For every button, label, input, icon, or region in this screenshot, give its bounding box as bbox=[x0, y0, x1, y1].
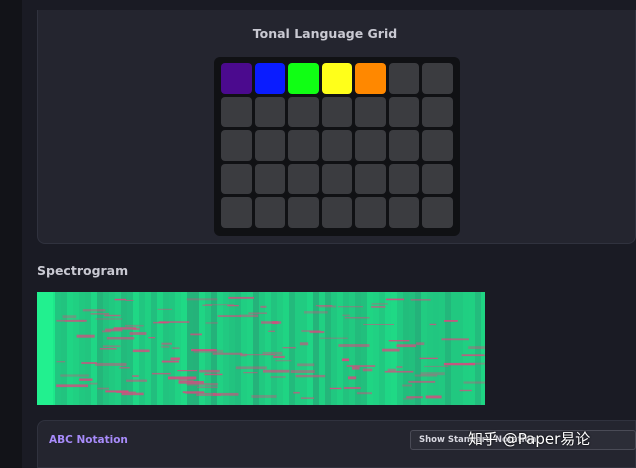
tonal-grid-cell[interactable] bbox=[321, 163, 352, 194]
tonal-grid-cell[interactable] bbox=[221, 163, 252, 194]
tonal-grid-cell[interactable] bbox=[254, 96, 285, 127]
tonal-grid-cell[interactable] bbox=[355, 63, 386, 94]
tonal-grid-cell[interactable] bbox=[321, 197, 352, 228]
tonal-grid-cell[interactable] bbox=[422, 197, 453, 228]
tonal-grid-cell[interactable] bbox=[422, 96, 453, 127]
sidebar-edge bbox=[0, 0, 22, 468]
tonal-grid-cell[interactable] bbox=[221, 130, 252, 161]
tonal-grid-cell[interactable] bbox=[321, 63, 352, 94]
tonal-grid-cell[interactable] bbox=[254, 130, 285, 161]
tonal-grid-cell[interactable] bbox=[288, 197, 319, 228]
tonal-grid-cell[interactable] bbox=[355, 130, 386, 161]
tonal-grid-cell[interactable] bbox=[422, 163, 453, 194]
tonal-grid-cell[interactable] bbox=[288, 96, 319, 127]
tonal-grid-cell[interactable] bbox=[254, 197, 285, 228]
tonal-grid-cell[interactable] bbox=[321, 96, 352, 127]
tonal-grid-cell[interactable] bbox=[288, 130, 319, 161]
spectrogram-image bbox=[37, 292, 485, 405]
tonal-grid-cell[interactable] bbox=[388, 63, 419, 94]
tonal-grid-cell[interactable] bbox=[355, 163, 386, 194]
tonal-grid-cell[interactable] bbox=[388, 197, 419, 228]
tonal-grid-cell[interactable] bbox=[254, 163, 285, 194]
tonal-grid-cell[interactable] bbox=[221, 197, 252, 228]
tonal-grid-cell[interactable] bbox=[422, 63, 453, 94]
spectrogram-title: Spectrogram bbox=[37, 263, 129, 278]
tonal-grid-title: Tonal Language Grid bbox=[252, 26, 398, 41]
tonal-grid-cell[interactable] bbox=[388, 130, 419, 161]
tonal-grid bbox=[214, 57, 460, 236]
watermark: 知乎 @Paper易论 bbox=[468, 430, 591, 448]
tonal-grid-cell[interactable] bbox=[355, 197, 386, 228]
abc-notation-title: ABC Notation bbox=[49, 434, 128, 446]
tonal-grid-cell[interactable] bbox=[321, 130, 352, 161]
tonal-grid-cell[interactable] bbox=[221, 96, 252, 127]
tonal-grid-cell[interactable] bbox=[288, 163, 319, 194]
tonal-grid-cell[interactable] bbox=[355, 96, 386, 127]
tonal-grid-cell[interactable] bbox=[221, 63, 252, 94]
tonal-grid-cell[interactable] bbox=[254, 63, 285, 94]
tonal-grid-cell[interactable] bbox=[422, 130, 453, 161]
tonal-grid-cell[interactable] bbox=[388, 96, 419, 127]
tonal-grid-cell[interactable] bbox=[288, 63, 319, 94]
tonal-grid-cell[interactable] bbox=[388, 163, 419, 194]
